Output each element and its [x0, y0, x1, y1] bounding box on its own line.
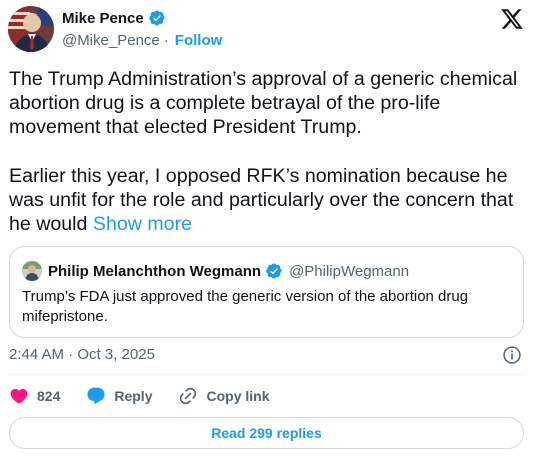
quoted-header: Philip Melanchthon Wegmann @PhilipWegman…	[48, 262, 409, 280]
author-handle[interactable]: @Mike_Pence	[62, 32, 160, 49]
show-more-link[interactable]: Show more	[93, 213, 192, 235]
tweet-text: The Trump Administration’s approval of a…	[9, 67, 524, 236]
verified-badge-icon	[266, 263, 282, 279]
tweet-paragraph: The Trump Administration’s approval of a…	[9, 68, 518, 139]
separator-dot: ·	[163, 32, 169, 49]
action-bar: 824 Reply Copy link	[9, 384, 296, 408]
link-icon	[180, 387, 197, 405]
tweet-card: Mike Pence @Mike_Pence · Follow The Trum…	[0, 0, 536, 461]
heart-icon	[10, 388, 28, 404]
author-name-row: Mike Pence	[62, 9, 166, 27]
reply-button[interactable]: Reply	[86, 386, 152, 406]
reply-bubble-icon	[87, 387, 105, 405]
author-avatar[interactable]	[8, 6, 54, 52]
info-icon[interactable]	[502, 345, 522, 365]
like-button[interactable]: 824	[9, 386, 60, 406]
follow-button[interactable]: Follow	[175, 32, 223, 49]
like-count: 824	[37, 388, 61, 404]
divider	[9, 374, 524, 375]
x-logo-icon[interactable]	[500, 7, 524, 31]
read-replies-button[interactable]: Read 299 replies	[9, 417, 524, 449]
verified-badge-icon	[149, 10, 165, 26]
tweet-paragraph: Earlier this year, I opposed RFK’s nomin…	[9, 164, 524, 237]
copy-link-label: Copy link	[206, 388, 270, 404]
quoted-author-handle: @PhilipWegmann	[289, 262, 410, 280]
tweet-timestamp[interactable]: 2:44 AM · Oct 3, 2025	[9, 346, 155, 363]
tweet-paragraph-text: Earlier this year, I opposed RFK’s nomin…	[9, 164, 514, 236]
author-name[interactable]: Mike Pence	[62, 10, 144, 27]
copy-link-button[interactable]: Copy link	[178, 386, 270, 406]
quoted-author-avatar	[22, 261, 42, 281]
quoted-tweet[interactable]: Philip Melanchthon Wegmann @PhilipWegman…	[9, 246, 524, 338]
reply-label: Reply	[114, 388, 153, 404]
quoted-author-name: Philip Melanchthon Wegmann	[48, 262, 262, 280]
quoted-text: Trump’s FDA just approved the generic ve…	[22, 288, 469, 325]
author-handle-row: @Mike_Pence · Follow	[62, 32, 222, 49]
